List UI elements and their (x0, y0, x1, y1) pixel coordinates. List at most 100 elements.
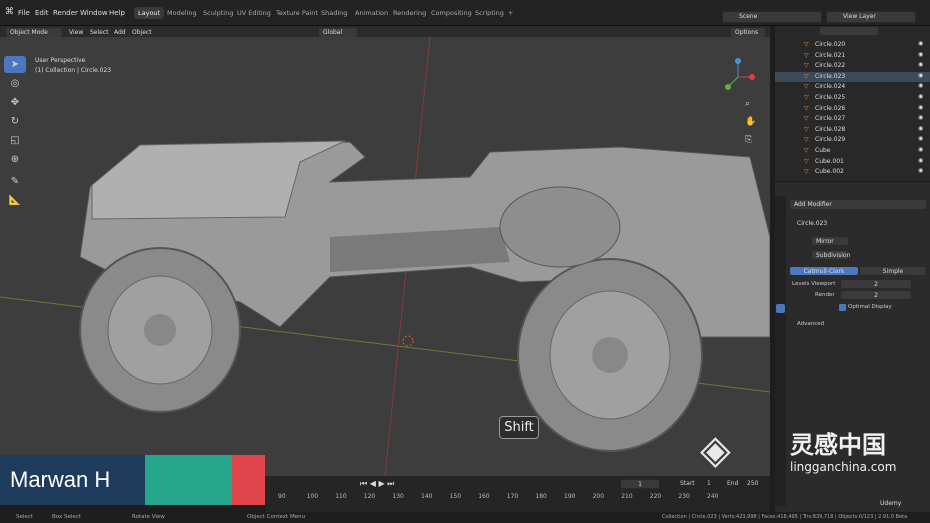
menu-window[interactable]: Window (80, 9, 108, 17)
outliner-row[interactable]: ▽ Circle.029 ◉ (775, 135, 930, 146)
start-value[interactable]: 1 (707, 480, 711, 487)
outliner-row[interactable]: ▽ Circle.021 ◉ (775, 51, 930, 62)
subdivision-modifier-name[interactable]: Subdivision (811, 250, 851, 260)
tab-layout[interactable]: Layout (134, 7, 165, 19)
move-tool-icon[interactable]: ✥ (4, 94, 26, 111)
watermark-logo-icon: ◈ (700, 427, 731, 473)
visibility-eye-icon[interactable]: ◉ (918, 93, 923, 100)
menu-select[interactable]: Select (90, 29, 109, 36)
scale-tool-icon[interactable]: ◱ (4, 132, 26, 149)
tab-sculpting[interactable]: Sculpting (203, 9, 233, 17)
3d-cursor-icon[interactable] (402, 335, 414, 347)
jeep-model (0, 37, 770, 476)
timeline-tick: 110 (335, 493, 347, 500)
menu-view[interactable]: View (69, 29, 83, 36)
measure-tool-icon[interactable]: 📐 (4, 192, 26, 209)
outliner-row-label: Circle.022 (815, 62, 846, 70)
tab-rendering[interactable]: Rendering (393, 9, 426, 17)
menu-render[interactable]: Render (53, 9, 78, 17)
render-levels-field[interactable]: 2 (840, 290, 912, 300)
visibility-eye-icon[interactable]: ◉ (918, 125, 923, 132)
visibility-eye-icon[interactable]: ◉ (918, 167, 923, 174)
outliner-row[interactable]: ▽ Circle.026 ◉ (775, 104, 930, 115)
outliner-row[interactable]: ▽ Cube.001 ◉ (775, 157, 930, 168)
tab-shading[interactable]: Shading (321, 9, 347, 17)
tab-compositing[interactable]: Compositing (431, 9, 472, 17)
mirror-modifier-name[interactable]: Mirror (811, 236, 849, 246)
presenter-name: Marwan H (10, 467, 111, 492)
modifier-tab-icon[interactable] (776, 304, 785, 313)
outliner-row[interactable]: ▽ Circle.028 ◉ (775, 125, 930, 136)
simple-toggle[interactable]: Simple (859, 266, 927, 276)
end-label: End (727, 480, 739, 487)
visibility-eye-icon[interactable]: ◉ (918, 82, 923, 89)
menu-add[interactable]: Add (114, 29, 126, 36)
outliner-row[interactable]: ▽ Circle.020 ◉ (775, 40, 930, 51)
object-name: Circle.023 (797, 220, 828, 227)
visibility-eye-icon[interactable]: ◉ (918, 146, 923, 153)
tab-animation[interactable]: Animation (355, 9, 388, 17)
outliner-row[interactable]: ▽ Circle.027 ◉ (775, 114, 930, 125)
visibility-eye-icon[interactable]: ◉ (918, 61, 923, 68)
outliner-row[interactable]: ▽ Circle.025 ◉ (775, 93, 930, 104)
outliner-row-label: Circle.021 (815, 51, 846, 59)
add-modifier-button[interactable]: Add Modifier (789, 199, 927, 210)
timeline-tick: 130 (392, 493, 404, 500)
menu-help[interactable]: Help (109, 9, 125, 17)
visibility-eye-icon[interactable]: ◉ (918, 72, 923, 79)
tab-scripting[interactable]: Scripting (475, 9, 504, 17)
optimal-display-checkbox[interactable] (839, 304, 846, 311)
tab-uv-editing[interactable]: UV Editing (237, 9, 271, 17)
menu-edit[interactable]: Edit (35, 9, 49, 17)
camera-view-icon[interactable]: ⎘ (745, 135, 752, 145)
tab-modeling[interactable]: Modeling (167, 9, 197, 17)
navigation-gizmo[interactable] (718, 57, 758, 97)
end-value[interactable]: 250 (747, 480, 758, 487)
current-frame-field[interactable]: 1 (620, 479, 660, 489)
outliner-row[interactable]: ▽ Cube.002 ◉ (775, 167, 930, 178)
select-tool-icon[interactable]: ➤ (4, 56, 26, 73)
cursor-tool-icon[interactable]: ◎ (4, 75, 26, 92)
visibility-eye-icon[interactable]: ◉ (918, 135, 923, 142)
key-overlay: Shift (499, 416, 539, 439)
outliner-row[interactable]: ▽ Circle.024 ◉ (775, 82, 930, 93)
3d-viewport[interactable]: User Perspective (1) Collection | Circle… (0, 37, 770, 476)
visibility-eye-icon[interactable]: ◉ (918, 157, 923, 164)
lower-third-red-block (232, 455, 265, 505)
options-label: Options (735, 29, 759, 36)
playback-controls[interactable]: ⏮ ◀ ▶ ⏭ (360, 479, 394, 489)
outliner-row-label: Circle.025 (815, 94, 846, 101)
menu-file[interactable]: File (18, 9, 30, 17)
subdivision-label: Subdivision (816, 252, 851, 259)
timeline-tick: 230 (678, 493, 690, 500)
visibility-eye-icon[interactable]: ◉ (918, 104, 923, 111)
transform-tool-icon[interactable]: ⊕ (4, 151, 26, 168)
add-workspace-icon[interactable]: + (508, 9, 513, 17)
menu-object[interactable]: Object (132, 29, 152, 36)
optimal-display-label: Optimal Display (848, 304, 892, 310)
annotate-tool-icon[interactable]: ✎ (4, 173, 26, 190)
blender-logo-icon[interactable]: ⌘ (5, 7, 14, 17)
outliner-row-label: Cube.002 (815, 168, 844, 176)
view-layer-selector[interactable]: View Layer (826, 11, 916, 23)
zoom-icon[interactable]: ⌕ (745, 99, 750, 109)
levels-viewport-field[interactable]: 2 (840, 279, 912, 289)
outliner-search-input[interactable] (819, 26, 879, 36)
tab-texture-paint[interactable]: Texture Paint (276, 9, 318, 17)
timeline-tick: 200 (592, 493, 605, 500)
timeline-tick: 210 (621, 493, 633, 500)
advanced-section[interactable]: Advanced (797, 321, 824, 327)
catmull-clark-toggle[interactable]: Catmull-Clark (789, 266, 859, 276)
outliner-row[interactable]: ▽ Circle.023 ◉ (775, 71, 930, 83)
scene-selector[interactable]: Scene (722, 11, 822, 23)
outliner-row[interactable]: ▽ Circle.022 ◉ (775, 61, 930, 72)
rotate-tool-icon[interactable]: ↻ (4, 113, 26, 130)
visibility-eye-icon[interactable]: ◉ (918, 40, 923, 47)
status-bar: Select Box Select Rotate View Object Con… (0, 512, 930, 523)
pan-hand-icon[interactable]: ✋ (745, 117, 756, 127)
outliner-row[interactable]: ▽ Cube ◉ (775, 146, 930, 157)
object-mesh-icon: ▽ (804, 168, 809, 176)
visibility-eye-icon[interactable]: ◉ (918, 51, 923, 58)
visibility-eye-icon[interactable]: ◉ (918, 114, 923, 121)
levels-viewport-label: Levels Viewport (792, 281, 836, 287)
